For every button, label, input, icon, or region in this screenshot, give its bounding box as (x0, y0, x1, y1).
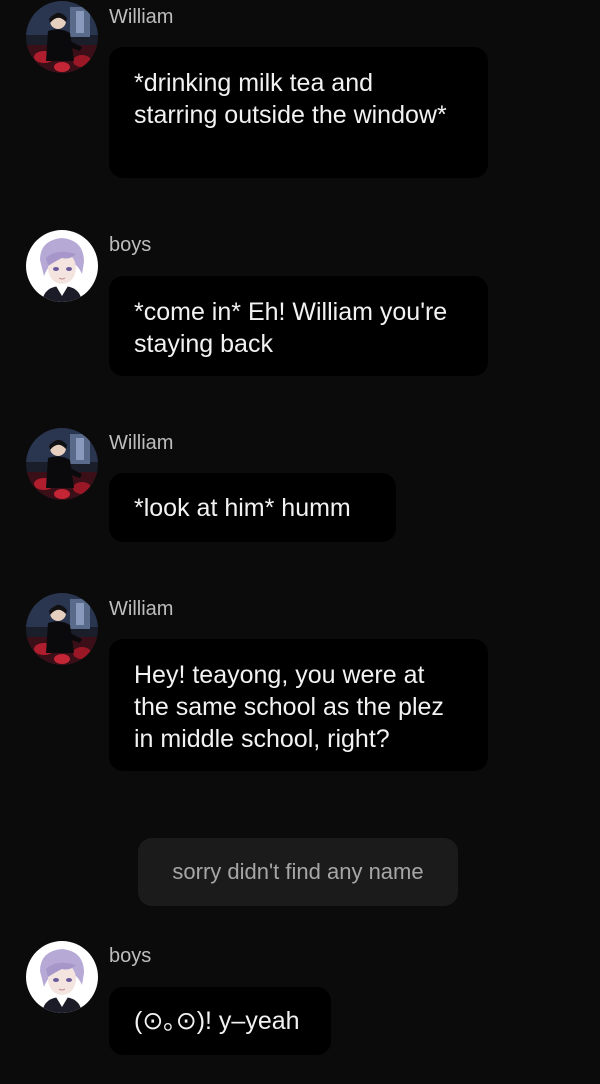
system-message: sorry didn't find any name (138, 838, 458, 906)
message-bubble: *come in* Eh! William you're staying bac… (109, 276, 488, 376)
william-avatar[interactable] (26, 593, 98, 665)
message-bubble: (⊙｡⊙)! y–yeah (109, 987, 331, 1055)
message-bubble: Hey! teayong, you were at the same schoo… (109, 639, 488, 771)
message-bubble: *drinking milk tea and starring outside … (109, 47, 488, 178)
sender-name: William (109, 6, 174, 28)
boys-avatar[interactable] (26, 230, 98, 302)
message-bubble: *look at him* humm (109, 473, 396, 542)
william-avatar[interactable] (26, 1, 98, 73)
sender-name: boys (109, 234, 152, 256)
sender-name: William (109, 598, 174, 620)
william-avatar[interactable] (26, 428, 98, 500)
sender-name: boys (109, 945, 152, 967)
boys-avatar[interactable] (26, 941, 98, 1013)
sender-name: William (109, 432, 174, 454)
